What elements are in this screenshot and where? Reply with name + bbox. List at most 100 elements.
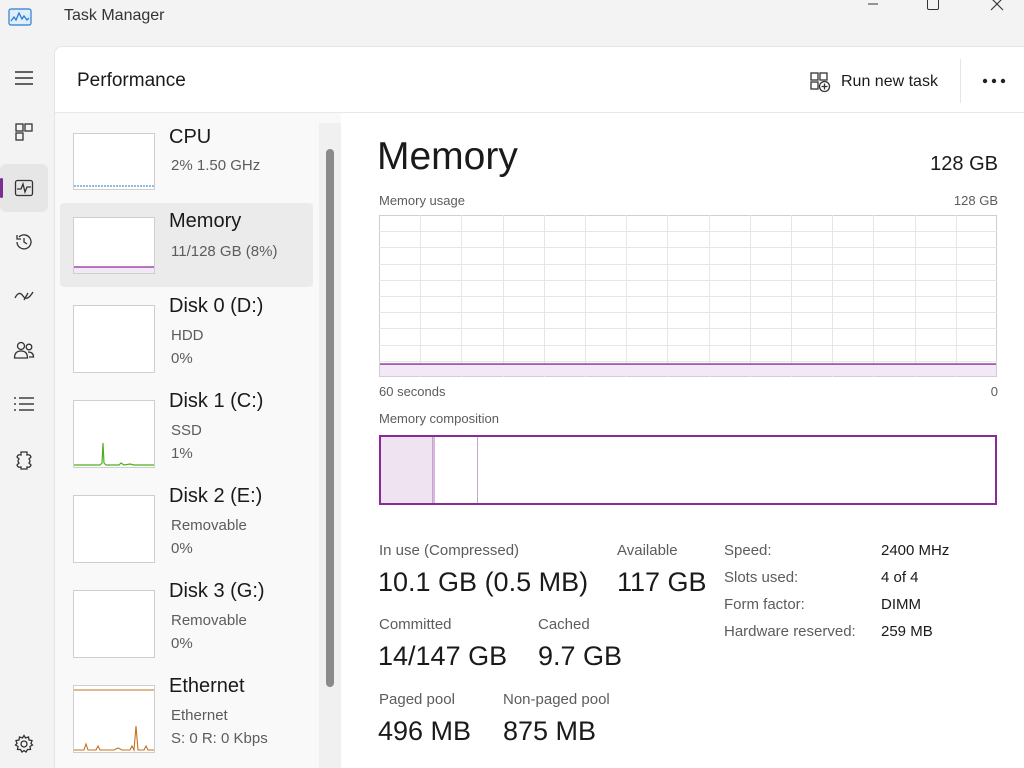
spec-speed-label: Speed: [724, 542, 772, 559]
users-icon [13, 341, 35, 359]
nav-processes[interactable] [0, 108, 48, 156]
spec-slots-label: Slots used: [724, 569, 799, 586]
device-name: Disk 1 (C:) [169, 390, 264, 412]
device-item-disk0[interactable]: Disk 0 (D:) HDD 0% [60, 287, 313, 373]
memory-composition-bar [379, 435, 997, 505]
device-type: Ethernet [171, 707, 228, 724]
nav-startup-apps[interactable] [0, 272, 48, 320]
spec-speed-value: 2400 MHz [881, 542, 950, 559]
spec-form-factor-label: Form factor: [724, 596, 805, 613]
spec-hardware-reserved-value: 259 MB [881, 623, 933, 640]
memory-composition-label: Memory composition [379, 411, 499, 426]
spec-form-factor-value: DIMM [881, 596, 921, 613]
available-label: Available [617, 542, 678, 559]
hamburger-icon [15, 71, 33, 85]
cpu-thumbnail-graph [73, 133, 155, 190]
maximize-button[interactable] [918, 0, 948, 16]
device-type: Removable [171, 517, 247, 534]
more-icon [982, 78, 1006, 84]
device-item-disk1[interactable]: Disk 1 (C:) SSD 1% [60, 382, 313, 468]
disk0-thumbnail-graph [73, 305, 155, 373]
page-header: Performance Run new task [55, 47, 1024, 113]
task-manager-app-icon [8, 8, 32, 26]
device-name: Disk 0 (D:) [169, 295, 264, 317]
memory-usage-graph [379, 215, 997, 377]
minimize-icon [868, 3, 878, 5]
memory-thumbnail-graph [73, 217, 155, 274]
device-name: Disk 3 (G:) [169, 580, 265, 602]
non-paged-pool-label: Non-paged pool [503, 691, 610, 708]
paged-pool-value: 496 MB [378, 716, 472, 746]
performance-icon [14, 179, 34, 197]
disk3-thumbnail-graph [73, 590, 155, 658]
detail-title: Memory [377, 135, 518, 178]
device-item-disk3[interactable]: Disk 3 (G:) Removable 0% [60, 572, 313, 658]
device-item-disk2[interactable]: Disk 2 (E:) Removable 0% [60, 477, 313, 563]
device-item-memory[interactable]: Memory 11/128 GB (8%) [60, 203, 313, 287]
composition-standby [435, 437, 478, 503]
device-name: Memory [169, 210, 242, 232]
nav-details[interactable] [0, 380, 48, 428]
device-usage: 0% [171, 635, 193, 652]
device-list: CPU 2% 1.50 GHz Memory 11/128 GB (8%) Di… [55, 113, 341, 768]
details-icon [14, 397, 34, 411]
nav-performance[interactable] [0, 164, 48, 212]
cached-label: Cached [538, 616, 590, 633]
run-new-task-label: Run new task [841, 73, 938, 90]
device-usage: 1% [171, 445, 193, 462]
in-use-value: 10.1 GB (0.5 MB) [378, 567, 589, 597]
device-list-scrollbar-thumb[interactable] [326, 149, 334, 687]
run-new-task-button[interactable]: Run new task [809, 67, 938, 97]
nav-app-history[interactable] [0, 218, 48, 266]
services-icon [16, 451, 32, 470]
device-item-cpu[interactable]: CPU 2% 1.50 GHz [60, 119, 313, 203]
device-type: Removable [171, 612, 247, 629]
ethernet-thumbnail-graph [73, 685, 155, 753]
memory-total: 128 GB [930, 153, 998, 175]
composition-in-use [381, 437, 433, 503]
startup-apps-icon [14, 291, 34, 301]
close-button[interactable] [982, 0, 1012, 16]
device-name: Ethernet [169, 675, 245, 697]
disk1-thumbnail-graph [73, 400, 155, 468]
in-use-label: In use (Compressed) [379, 542, 520, 559]
device-type: SSD [171, 422, 202, 439]
disk2-thumbnail-graph [73, 495, 155, 563]
page-title: Performance [77, 70, 186, 91]
device-status: 2% 1.50 GHz [171, 157, 261, 174]
more-options-button[interactable] [979, 69, 1009, 93]
device-name: CPU [169, 126, 212, 148]
settings-icon [14, 734, 34, 753]
device-usage: 0% [171, 350, 193, 367]
minimize-button[interactable] [858, 0, 888, 16]
device-item-ethernet[interactable]: Ethernet Ethernet S: 0 R: 0 Kbps [60, 667, 313, 753]
app-history-icon [16, 234, 32, 250]
graph-time-start: 60 seconds [379, 384, 446, 399]
nav-users[interactable] [0, 326, 48, 374]
committed-value: 14/147 GB [378, 641, 508, 671]
processes-icon [15, 123, 33, 141]
device-name: Disk 2 (E:) [169, 485, 263, 507]
graph-time-end: 0 [990, 384, 998, 399]
nav-menu-button[interactable] [0, 54, 48, 102]
device-type: HDD [171, 327, 204, 344]
main-panel: Performance Run new task CPU 2% 1.50 GHz… [54, 46, 1024, 768]
nav-services[interactable] [0, 436, 48, 484]
paged-pool-label: Paged pool [379, 691, 455, 708]
window-title: Task Manager [64, 7, 165, 24]
nav-settings[interactable] [0, 720, 48, 768]
device-status: 11/128 GB (8%) [171, 243, 278, 260]
committed-label: Committed [379, 616, 452, 633]
available-value: 117 GB [617, 567, 707, 597]
cached-value: 9.7 GB [538, 641, 623, 671]
spec-hardware-reserved-label: Hardware reserved: [724, 623, 856, 640]
run-new-task-icon [810, 72, 831, 93]
close-icon [990, 0, 1004, 11]
maximize-icon [927, 0, 939, 10]
usage-fill-area [380, 364, 996, 376]
device-usage: 0% [171, 540, 193, 557]
memory-usage-label: Memory usage [379, 193, 465, 208]
title-bar: Task Manager [0, 0, 1024, 40]
memory-usage-max: 128 GB [953, 193, 998, 208]
non-paged-pool-value: 875 MB [503, 716, 597, 746]
